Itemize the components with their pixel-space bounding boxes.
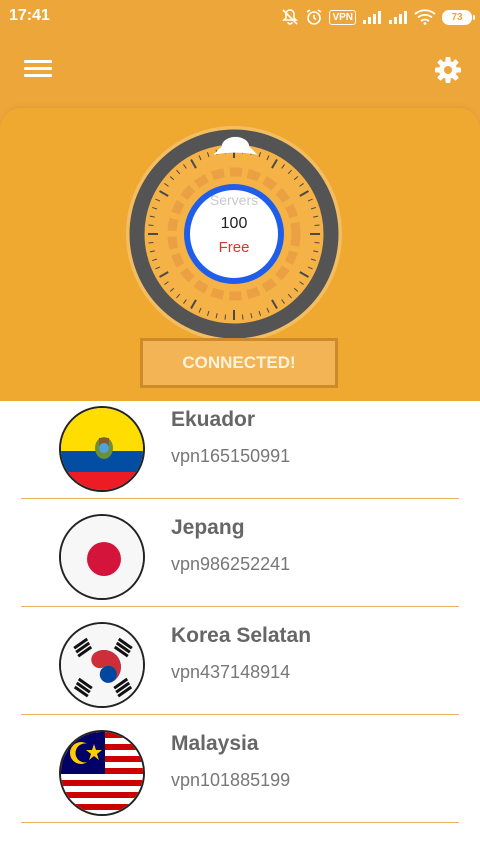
server-list: Ekuador vpn165150991 Jepang vpn986252241 xyxy=(0,401,480,853)
server-id: vpn101885199 xyxy=(171,770,291,790)
gear-icon xyxy=(435,57,461,83)
server-row-ecuador[interactable]: Ekuador vpn165150991 xyxy=(21,401,459,499)
server-id: vpn437148914 xyxy=(171,662,291,682)
wifi-icon xyxy=(414,9,436,25)
server-gauge: Servers 100 Free xyxy=(125,125,343,343)
country-name: Malaysia xyxy=(171,732,259,755)
vpn-badge: VPN xyxy=(329,9,356,25)
battery-icon: 73 xyxy=(442,9,475,25)
header-area: 17:41 VPN 73 Servers 100 Free CONNECTED! xyxy=(0,0,480,401)
signal-icon xyxy=(388,10,408,24)
gauge-label: Servers xyxy=(209,192,259,208)
server-row-malaysia[interactable]: Malaysia vpn101885199 xyxy=(21,714,459,823)
plan-label: Free xyxy=(218,239,250,256)
ecuador-flag xyxy=(59,406,145,492)
server-row-japan[interactable]: Jepang vpn986252241 xyxy=(21,498,459,607)
malaysia-flag xyxy=(59,730,145,816)
hamburger-icon xyxy=(24,74,52,77)
country-name: Jepang xyxy=(171,516,245,539)
status-time: 17:41 xyxy=(9,7,50,24)
gauge-tick xyxy=(224,314,227,320)
gauge-dial xyxy=(126,126,342,342)
status-bar: 17:41 VPN 73 xyxy=(0,0,480,34)
hamburger-icon xyxy=(24,67,52,70)
settings-button[interactable] xyxy=(433,55,463,85)
alarm-icon xyxy=(305,8,323,26)
server-row-korea[interactable]: Korea Selatan vpn437148914 xyxy=(21,606,459,715)
server-id: vpn986252241 xyxy=(171,554,291,574)
country-name: Ekuador xyxy=(171,408,256,431)
mute-icon xyxy=(281,8,299,26)
hamburger-icon xyxy=(24,60,52,63)
server-count: 100 xyxy=(220,215,248,232)
japan-flag xyxy=(59,514,145,600)
south-korea-flag xyxy=(59,622,145,708)
menu-button[interactable] xyxy=(24,56,52,82)
country-name: Korea Selatan xyxy=(171,624,312,647)
gauge-tick xyxy=(241,314,244,320)
status-icons: VPN 73 xyxy=(281,6,475,28)
signal-icon xyxy=(362,10,382,24)
connect-button[interactable]: CONNECTED! xyxy=(140,338,338,388)
server-id: vpn165150991 xyxy=(171,446,291,466)
